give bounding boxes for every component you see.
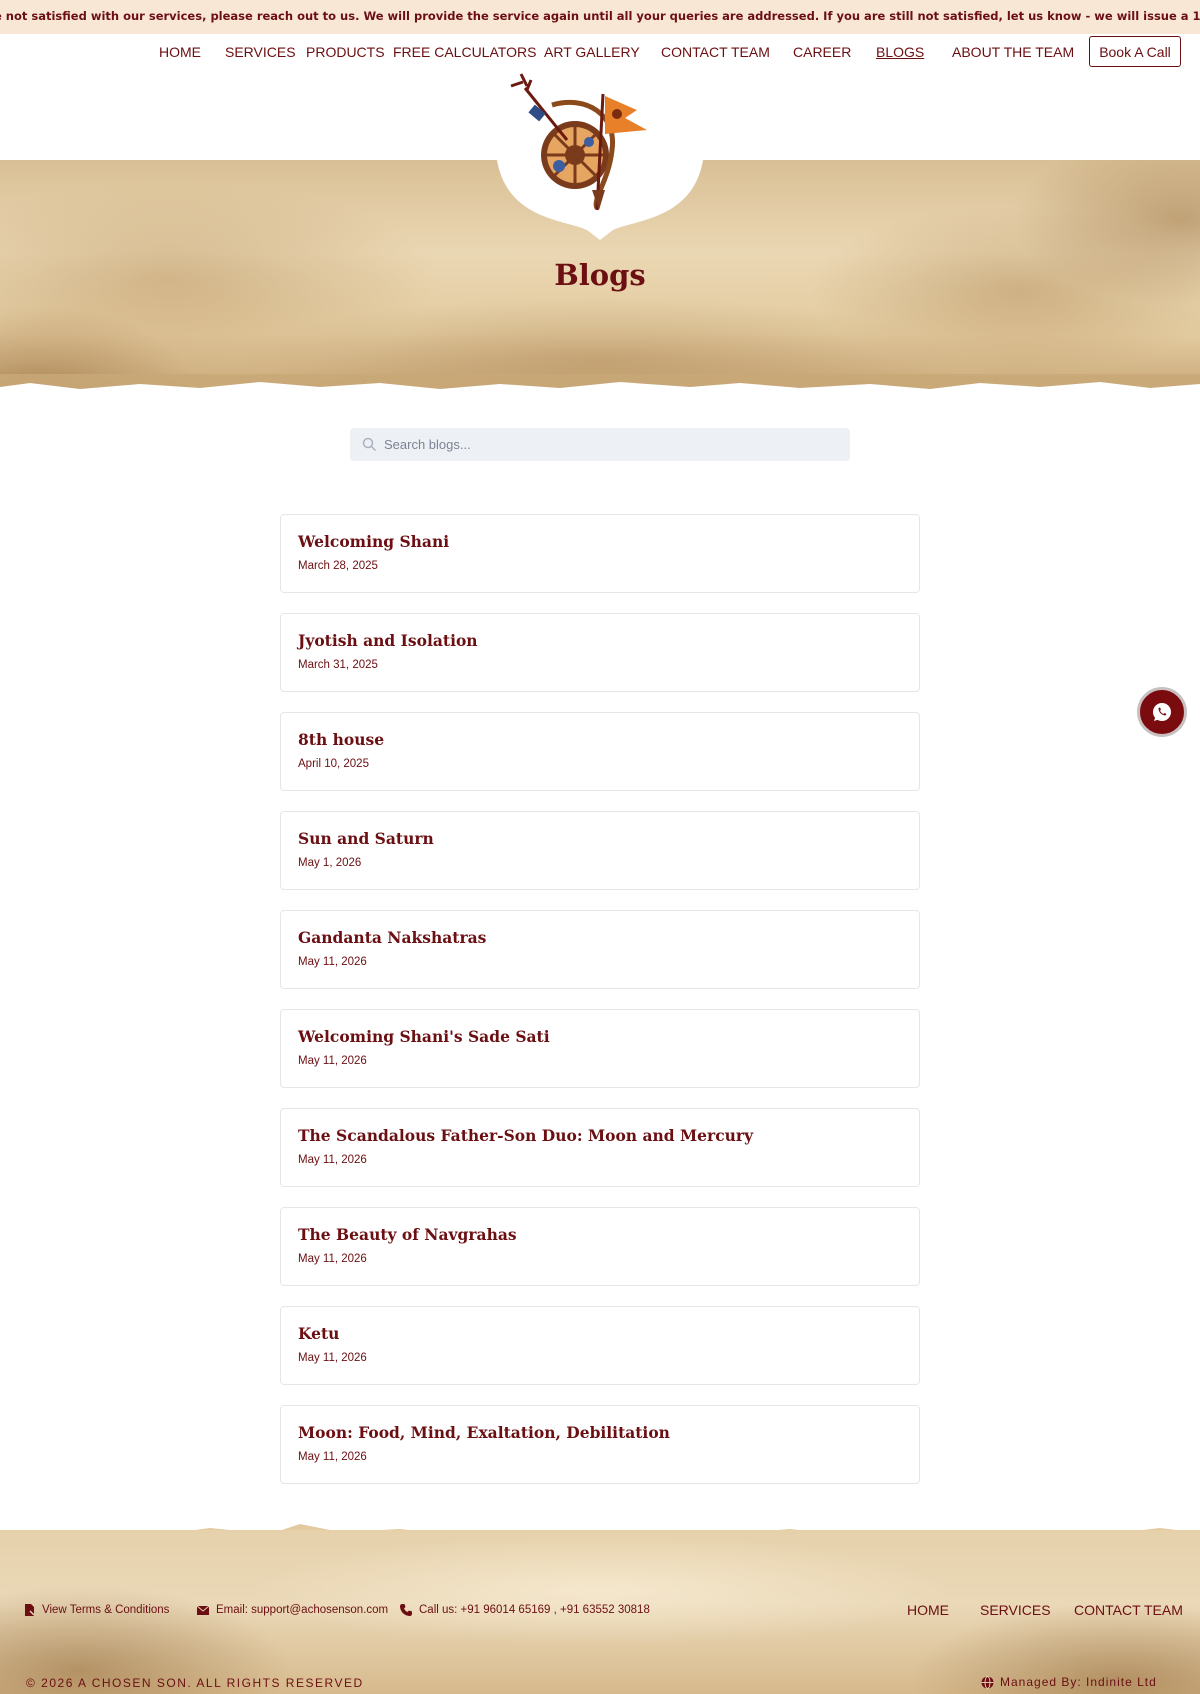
- copyright: © 2026 A CHOSEN SON. ALL RIGHTS RESERVED: [26, 1676, 364, 1690]
- managed-by-label: Managed By: Indinite Ltd: [1000, 1675, 1157, 1689]
- blog-card[interactable]: Moon: Food, Mind, Exaltation, Debilitati…: [280, 1405, 920, 1484]
- email-label: Email: support@achosenson.com: [216, 1604, 389, 1616]
- globe-icon: [981, 1675, 994, 1689]
- nav-about-the-team[interactable]: ABOUT THE TEAM: [952, 44, 1074, 60]
- email-link[interactable]: Email: support@achosenson.com: [197, 1604, 388, 1616]
- nav-home[interactable]: HOME: [159, 44, 201, 60]
- blog-search: [350, 428, 850, 461]
- hero-torn-edge: [0, 374, 1200, 398]
- announcement-text: e not satisfied with our services, pleas…: [0, 9, 1200, 23]
- terms-label: View Terms & Conditions: [42, 1604, 170, 1616]
- blog-date: May 11, 2026: [298, 1352, 367, 1364]
- blog-title: Gandanta Nakshatras: [298, 928, 487, 947]
- phone-icon: [400, 1604, 412, 1616]
- blog-title: Ketu: [298, 1324, 340, 1343]
- nav-services[interactable]: SERVICES: [225, 44, 296, 60]
- site-logo[interactable]: [497, 70, 703, 240]
- blog-title: Welcoming Shani's Sade Sati: [298, 1027, 550, 1046]
- blog-title: Moon: Food, Mind, Exaltation, Debilitati…: [298, 1423, 670, 1442]
- footer-nav-contact-team[interactable]: CONTACT TEAM: [1074, 1602, 1183, 1618]
- managed-by[interactable]: Managed By: Indinite Ltd: [981, 1675, 1157, 1689]
- blog-card[interactable]: Welcoming Shani's Sade Sati May 11, 2026: [280, 1009, 920, 1088]
- search-icon: [362, 437, 377, 452]
- page-title: Blogs: [554, 258, 646, 292]
- blog-date: March 31, 2025: [298, 659, 378, 671]
- nav-career[interactable]: CAREER: [793, 44, 851, 60]
- blog-card[interactable]: Jyotish and Isolation March 31, 2025: [280, 613, 920, 692]
- nav-blogs[interactable]: BLOGS: [876, 44, 924, 60]
- terms-link[interactable]: View Terms & Conditions: [24, 1604, 169, 1616]
- blog-date: May 11, 2026: [298, 1451, 367, 1463]
- blog-card[interactable]: 8th house April 10, 2025: [280, 712, 920, 791]
- announcement-banner: e not satisfied with our services, pleas…: [0, 0, 1200, 34]
- blog-card[interactable]: Gandanta Nakshatras May 11, 2026: [280, 910, 920, 989]
- blog-title: Welcoming Shani: [298, 532, 450, 551]
- phone-link[interactable]: Call us: +91 96014 65169 , +91 63552 308…: [400, 1604, 650, 1616]
- search-input[interactable]: [384, 428, 834, 461]
- blog-date: May 11, 2026: [298, 1253, 367, 1265]
- blog-title: Jyotish and Isolation: [298, 631, 478, 650]
- blog-date: March 28, 2025: [298, 560, 378, 572]
- main-nav: HOME SERVICES PRODUCTS FREE CALCULATORS …: [0, 34, 1200, 70]
- blog-date: May 11, 2026: [298, 956, 367, 968]
- book-a-call-button[interactable]: Book A Call: [1089, 36, 1181, 67]
- blog-date: May 11, 2026: [298, 1055, 367, 1067]
- blog-date: April 10, 2025: [298, 758, 369, 770]
- nav-products[interactable]: PRODUCTS: [306, 44, 385, 60]
- document-icon: [25, 1604, 35, 1616]
- whatsapp-button[interactable]: [1137, 687, 1187, 737]
- phone-label: Call us: +91 96014 65169 , +91 63552 308…: [419, 1604, 650, 1616]
- footer-nav-services[interactable]: SERVICES: [980, 1602, 1051, 1618]
- blog-title: The Beauty of Navgrahas: [298, 1225, 517, 1244]
- nav-free-calculators[interactable]: FREE CALCULATORS: [393, 44, 536, 60]
- blog-date: May 1, 2026: [298, 857, 362, 869]
- nav-contact-team[interactable]: CONTACT TEAM: [661, 44, 770, 60]
- blog-card[interactable]: Welcoming Shani March 28, 2025: [280, 514, 920, 593]
- blog-card[interactable]: The Scandalous Father-Son Duo: Moon and …: [280, 1108, 920, 1187]
- whatsapp-icon: [1153, 703, 1171, 721]
- blog-card[interactable]: Ketu May 11, 2026: [280, 1306, 920, 1385]
- blog-date: May 11, 2026: [298, 1154, 367, 1166]
- footer-nav-home[interactable]: HOME: [907, 1602, 949, 1618]
- blog-title: 8th house: [298, 730, 385, 749]
- blog-title: Sun and Saturn: [298, 829, 434, 848]
- mail-icon: [197, 1605, 209, 1615]
- blog-card[interactable]: Sun and Saturn May 1, 2026: [280, 811, 920, 890]
- nav-art-gallery[interactable]: ART GALLERY: [544, 44, 640, 60]
- blog-card[interactable]: The Beauty of Navgrahas May 11, 2026: [280, 1207, 920, 1286]
- blog-title: The Scandalous Father-Son Duo: Moon and …: [298, 1126, 754, 1145]
